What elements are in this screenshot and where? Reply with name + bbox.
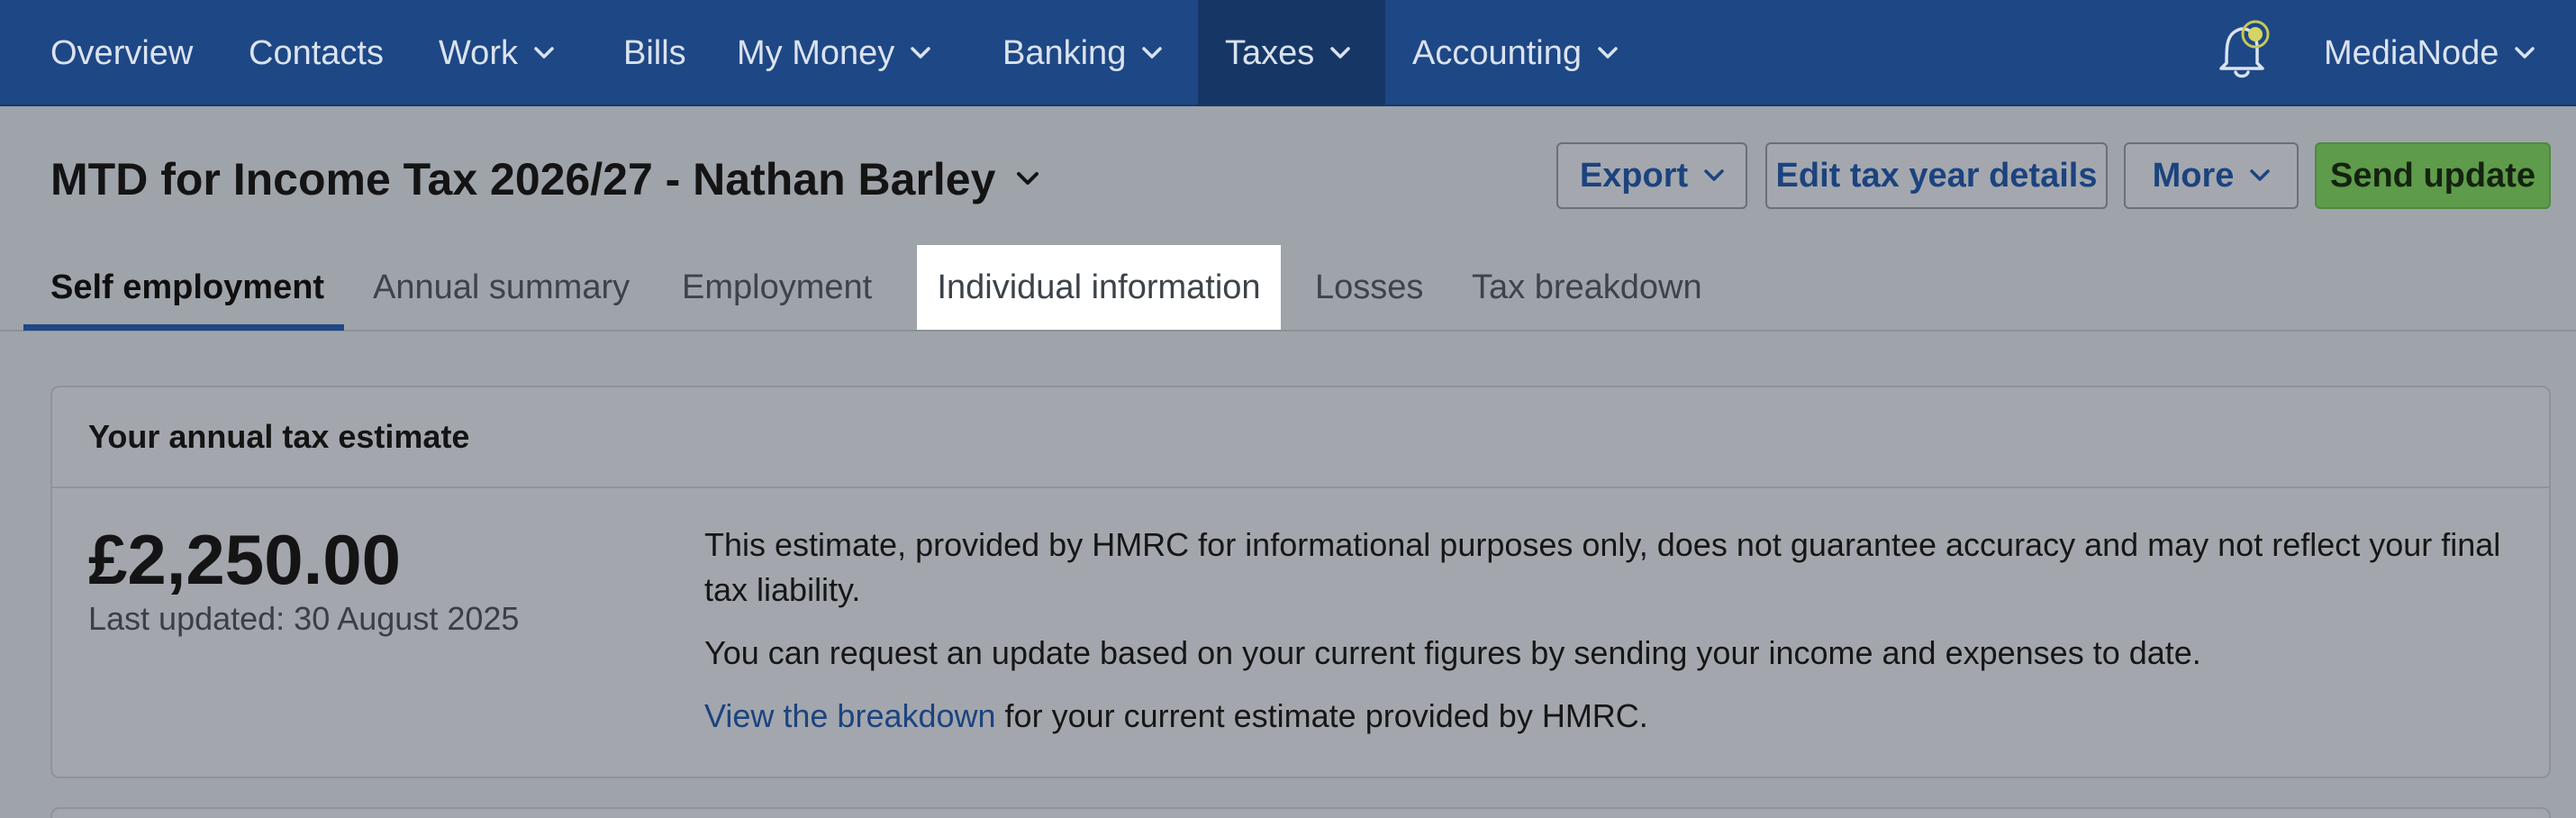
top-nav: Overview Contacts Work Bills My Money Ba… xyxy=(0,0,2576,106)
edit-tax-year-label: Edit tax year details xyxy=(1775,156,2098,195)
card-heading-text: Your annual tax estimate xyxy=(88,418,470,455)
nav-overview-label: Overview xyxy=(50,33,194,72)
nav-accounting-label: Accounting xyxy=(1412,33,1583,72)
chevron-down-icon xyxy=(911,47,931,59)
nav-banking[interactable]: Banking xyxy=(1002,0,1163,106)
card-heading: Your annual tax estimate xyxy=(52,387,2549,488)
tab-self-employment[interactable]: Self employment xyxy=(50,245,324,330)
estimate-amount: £2,250.00 xyxy=(88,520,402,599)
view-breakdown-link[interactable]: View the breakdown xyxy=(704,697,996,734)
export-button[interactable]: Export xyxy=(1556,142,1747,209)
more-button[interactable]: More xyxy=(2124,142,2299,209)
tab-self-employment-label: Self employment xyxy=(50,268,325,306)
nav-work-label: Work xyxy=(439,33,518,72)
nav-taxes[interactable]: Taxes xyxy=(1198,0,1385,106)
tax-estimate-card: Your annual tax estimate £2,250.00 Last … xyxy=(50,386,2551,778)
tab-employment[interactable]: Employment xyxy=(682,245,872,330)
tab-individual-information[interactable]: Individual information xyxy=(917,245,1281,330)
nav-banking-label: Banking xyxy=(1002,33,1127,72)
bell-icon[interactable] xyxy=(2214,13,2270,81)
nav-my-money-label: My Money xyxy=(737,33,895,72)
more-button-label: More xyxy=(2152,156,2235,195)
nav-taxes-label: Taxes xyxy=(1225,33,1315,72)
page-title-text: MTD for Income Tax 2026/27 - Nathan Barl… xyxy=(50,154,996,204)
chevron-down-icon xyxy=(1017,172,1039,186)
nav-contacts[interactable]: Contacts xyxy=(249,0,384,106)
user-menu[interactable]: MediaNode xyxy=(2324,0,2535,106)
nav-contacts-label: Contacts xyxy=(249,33,384,72)
nav-overview[interactable]: Overview xyxy=(50,0,193,106)
nav-accounting[interactable]: Accounting xyxy=(1412,0,1618,106)
edit-tax-year-button[interactable]: Edit tax year details xyxy=(1765,142,2108,209)
tab-losses-label: Losses xyxy=(1315,268,1424,306)
chevron-down-icon xyxy=(1142,47,1163,59)
breakdown-line-text: for your current estimate provided by HM… xyxy=(995,697,1648,734)
user-name: MediaNode xyxy=(2324,33,2499,72)
chevron-down-icon xyxy=(1598,47,1618,59)
breakdown-line: View the breakdown for your current esti… xyxy=(704,694,2506,739)
nav-my-money[interactable]: My Money xyxy=(737,0,931,106)
disclaimer-text: This estimate, provided by HMRC for info… xyxy=(704,526,2501,608)
page-title[interactable]: MTD for Income Tax 2026/27 - Nathan Barl… xyxy=(50,151,1039,207)
nav-bills-label: Bills xyxy=(623,33,686,72)
chevron-down-icon xyxy=(2250,169,2271,182)
tab-annual-summary-label: Annual summary xyxy=(373,268,630,306)
tab-employment-label: Employment xyxy=(682,268,873,306)
tab-annual-summary[interactable]: Annual summary xyxy=(373,245,630,330)
nav-work[interactable]: Work xyxy=(439,0,554,106)
last-updated: Last updated: 30 August 2025 xyxy=(88,600,520,637)
tab-individual-information-label: Individual information xyxy=(937,268,1261,306)
tab-tax-breakdown-label: Tax breakdown xyxy=(1472,268,1702,306)
update-info-text: You can request an update based on your … xyxy=(704,634,2201,671)
send-update-button[interactable]: Send update xyxy=(2315,142,2551,209)
chevron-down-icon xyxy=(534,47,554,59)
tabs-divider xyxy=(0,330,2576,332)
chevron-down-icon xyxy=(2515,47,2535,59)
estimate-description: This estimate, provided by HMRC for info… xyxy=(704,523,2506,757)
tab-losses[interactable]: Losses xyxy=(1315,245,1423,330)
nav-bills[interactable]: Bills xyxy=(623,0,686,106)
next-card-edge xyxy=(50,807,2551,818)
send-update-label: Send update xyxy=(2329,156,2536,195)
active-tab-indicator xyxy=(23,324,344,331)
tab-tax-breakdown[interactable]: Tax breakdown xyxy=(1472,245,1702,330)
chevron-down-icon xyxy=(1330,47,1351,59)
export-button-label: Export xyxy=(1579,156,1689,195)
chevron-down-icon xyxy=(1704,169,1724,182)
